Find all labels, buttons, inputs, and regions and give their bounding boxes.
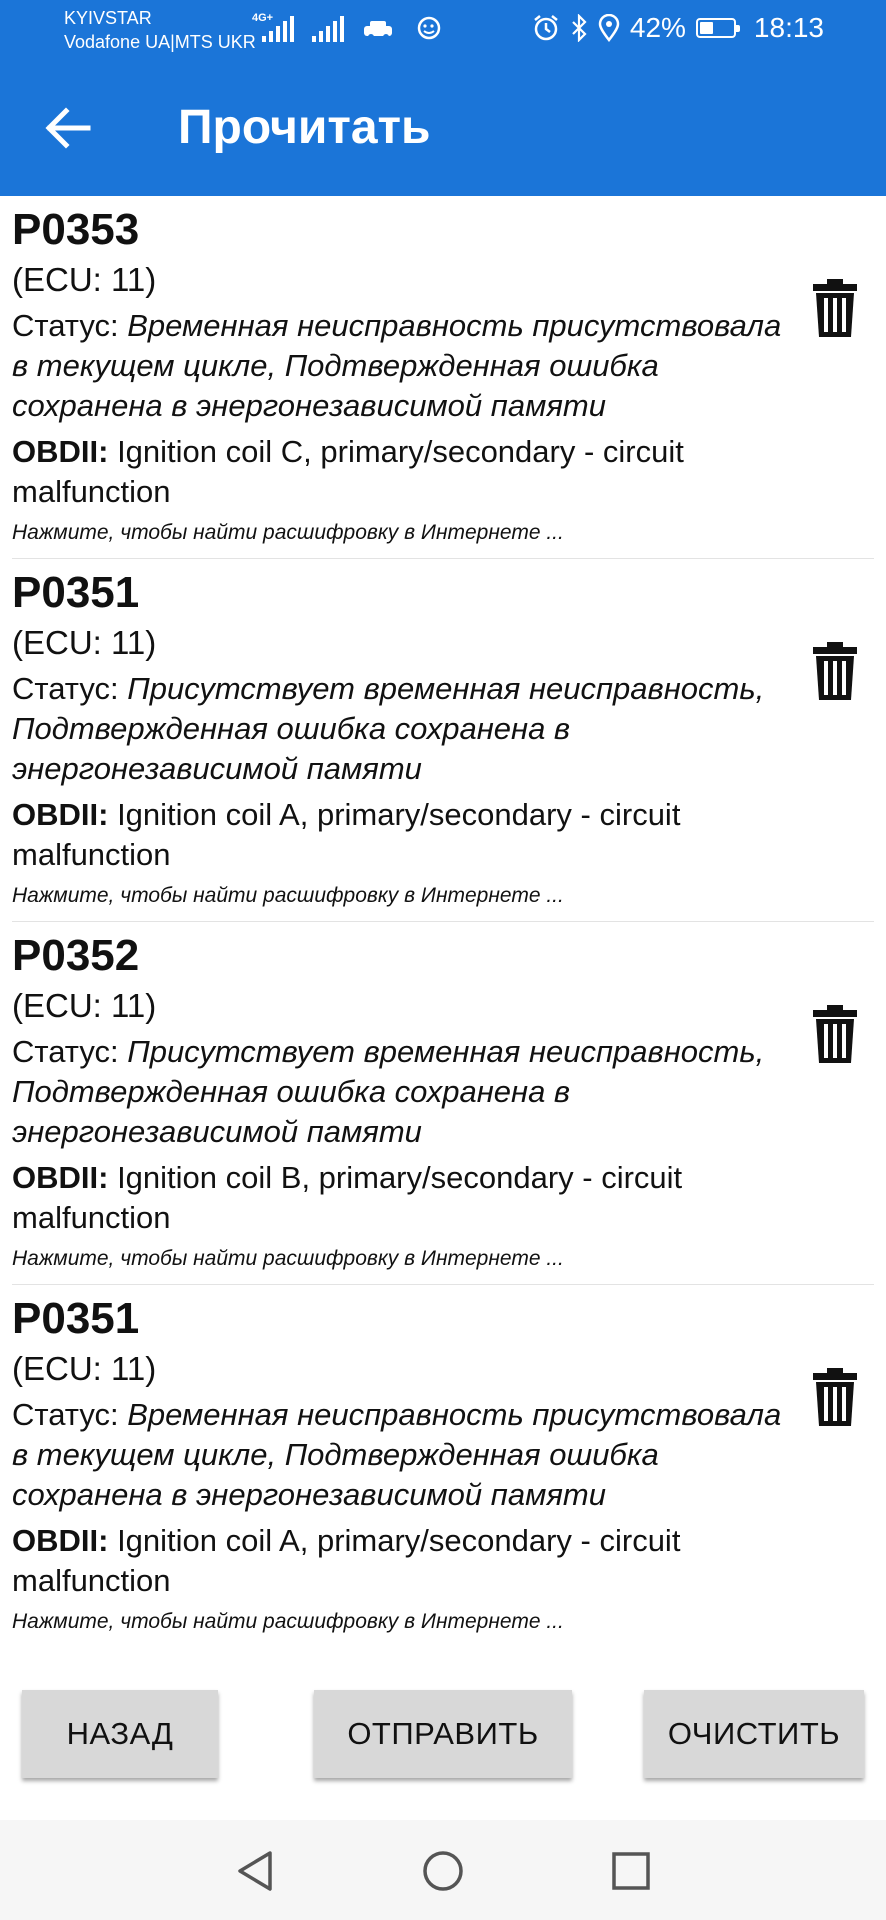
waze-icon <box>417 16 441 40</box>
bluetooth-icon <box>572 14 587 42</box>
dtc-status: Статус: Присутствует временная неисправн… <box>12 1032 802 1152</box>
obd-label: OBDII: <box>12 434 109 469</box>
send-button[interactable]: ОТПРАВИТЬ <box>314 1690 572 1778</box>
location-icon <box>598 14 620 42</box>
dtc-obd: OBDII: Ignition coil B, primary/secondar… <box>12 1158 792 1238</box>
dtc-item[interactable]: P0352 (ECU: 11) Статус: Присутствует вре… <box>12 922 874 1285</box>
dtc-code: P0351 <box>12 568 140 617</box>
signal-icon <box>312 16 344 42</box>
system-nav-bar <box>0 1820 886 1920</box>
search-hint[interactable]: Нажмите, чтобы найти расшифровку в Интер… <box>12 1244 874 1284</box>
obd-label: OBDII: <box>12 797 109 832</box>
dtc-code: P0351 <box>12 1294 140 1343</box>
battery-icon <box>695 18 740 38</box>
back-button[interactable]: НАЗАД <box>22 1690 218 1778</box>
clear-button[interactable]: ОЧИСТИТЬ <box>644 1690 864 1778</box>
carrier-1: KYIVSTAR <box>64 8 152 28</box>
alarm-icon <box>534 15 558 41</box>
obd-label: OBDII: <box>12 1523 109 1558</box>
status-value: Временная неисправность присутствовала в… <box>12 308 782 423</box>
status-value: Временная неисправность присутствовала в… <box>12 1397 782 1512</box>
status-label: Статус: <box>12 1034 119 1069</box>
action-buttons: НАЗАД ОТПРАВИТЬ ОЧИСТИТЬ <box>0 1690 886 1780</box>
obd-value: Ignition coil A, primary/secondary - cir… <box>12 797 681 872</box>
trash-icon[interactable] <box>812 1367 858 1427</box>
status-label: Статус: <box>12 308 119 343</box>
status-label: Статус: <box>12 1397 119 1432</box>
carrier-names: KYIVSTAR Vodafone UA|MTS UKR <box>64 6 256 54</box>
page-title: Прочитать <box>178 101 431 154</box>
nav-back-icon[interactable] <box>232 1848 278 1894</box>
car-icon <box>364 21 392 40</box>
app-bar: Прочитать <box>0 60 886 196</box>
status-value: Присутствует временная неисправность, По… <box>12 671 765 786</box>
search-hint[interactable]: Нажмите, чтобы найти расшифровку в Интер… <box>12 518 874 558</box>
obd-value: Ignition coil B, primary/secondary - cir… <box>12 1160 683 1235</box>
obd-value: Ignition coil A, primary/secondary - cir… <box>12 1523 681 1598</box>
dtc-item[interactable]: P0353 (ECU: 11) Статус: Временная неиспр… <box>12 196 874 559</box>
obd-value: Ignition coil C, primary/secondary - cir… <box>12 434 684 509</box>
dtc-ecu: (ECU: 11) <box>12 987 157 1024</box>
dtc-status: Статус: Временная неисправность присутст… <box>12 306 802 426</box>
status-value: Присутствует временная неисправность, По… <box>12 1034 765 1149</box>
nav-home-icon[interactable] <box>420 1848 466 1894</box>
status-bar: KYIVSTAR Vodafone UA|MTS UKR 4G+ 42% 18:… <box>0 0 886 60</box>
clock: 18:13 <box>753 12 824 43</box>
battery-percent: 42% <box>629 12 686 43</box>
carrier-2: Vodafone UA|MTS UKR <box>64 32 256 52</box>
dtc-ecu: (ECU: 11) <box>12 1350 157 1387</box>
trash-icon[interactable] <box>812 641 858 701</box>
search-hint[interactable]: Нажмите, чтобы найти расшифровку в Интер… <box>12 881 874 921</box>
signal-icon <box>262 16 294 42</box>
dtc-obd: OBDII: Ignition coil C, primary/secondar… <box>12 432 792 512</box>
dtc-status: Статус: Временная неисправность присутст… <box>12 1395 802 1515</box>
arrow-left-icon[interactable] <box>40 100 96 156</box>
dtc-obd: OBDII: Ignition coil A, primary/secondar… <box>12 1521 792 1601</box>
dtc-obd: OBDII: Ignition coil A, primary/secondar… <box>12 795 792 875</box>
trash-icon[interactable] <box>812 278 858 338</box>
obd-label: OBDII: <box>12 1160 109 1195</box>
dtc-item[interactable]: P0351 (ECU: 11) Статус: Присутствует вре… <box>12 559 874 922</box>
status-label: Статус: <box>12 671 119 706</box>
status-right: 42% 18:13 <box>532 12 824 44</box>
search-hint[interactable]: Нажмите, чтобы найти расшифровку в Интер… <box>12 1607 874 1644</box>
dtc-list[interactable]: P0353 (ECU: 11) Статус: Временная неиспр… <box>0 196 886 1644</box>
dtc-code: P0352 <box>12 931 140 980</box>
dtc-ecu: (ECU: 11) <box>12 624 157 661</box>
dtc-item[interactable]: P0351 (ECU: 11) Статус: Временная неиспр… <box>12 1285 874 1644</box>
dtc-ecu: (ECU: 11) <box>12 261 157 298</box>
dtc-status: Статус: Присутствует временная неисправн… <box>12 669 802 789</box>
dtc-code: P0353 <box>12 205 140 254</box>
signal-icons <box>262 16 444 42</box>
nav-recents-icon[interactable] <box>608 1848 654 1894</box>
trash-icon[interactable] <box>812 1004 858 1064</box>
